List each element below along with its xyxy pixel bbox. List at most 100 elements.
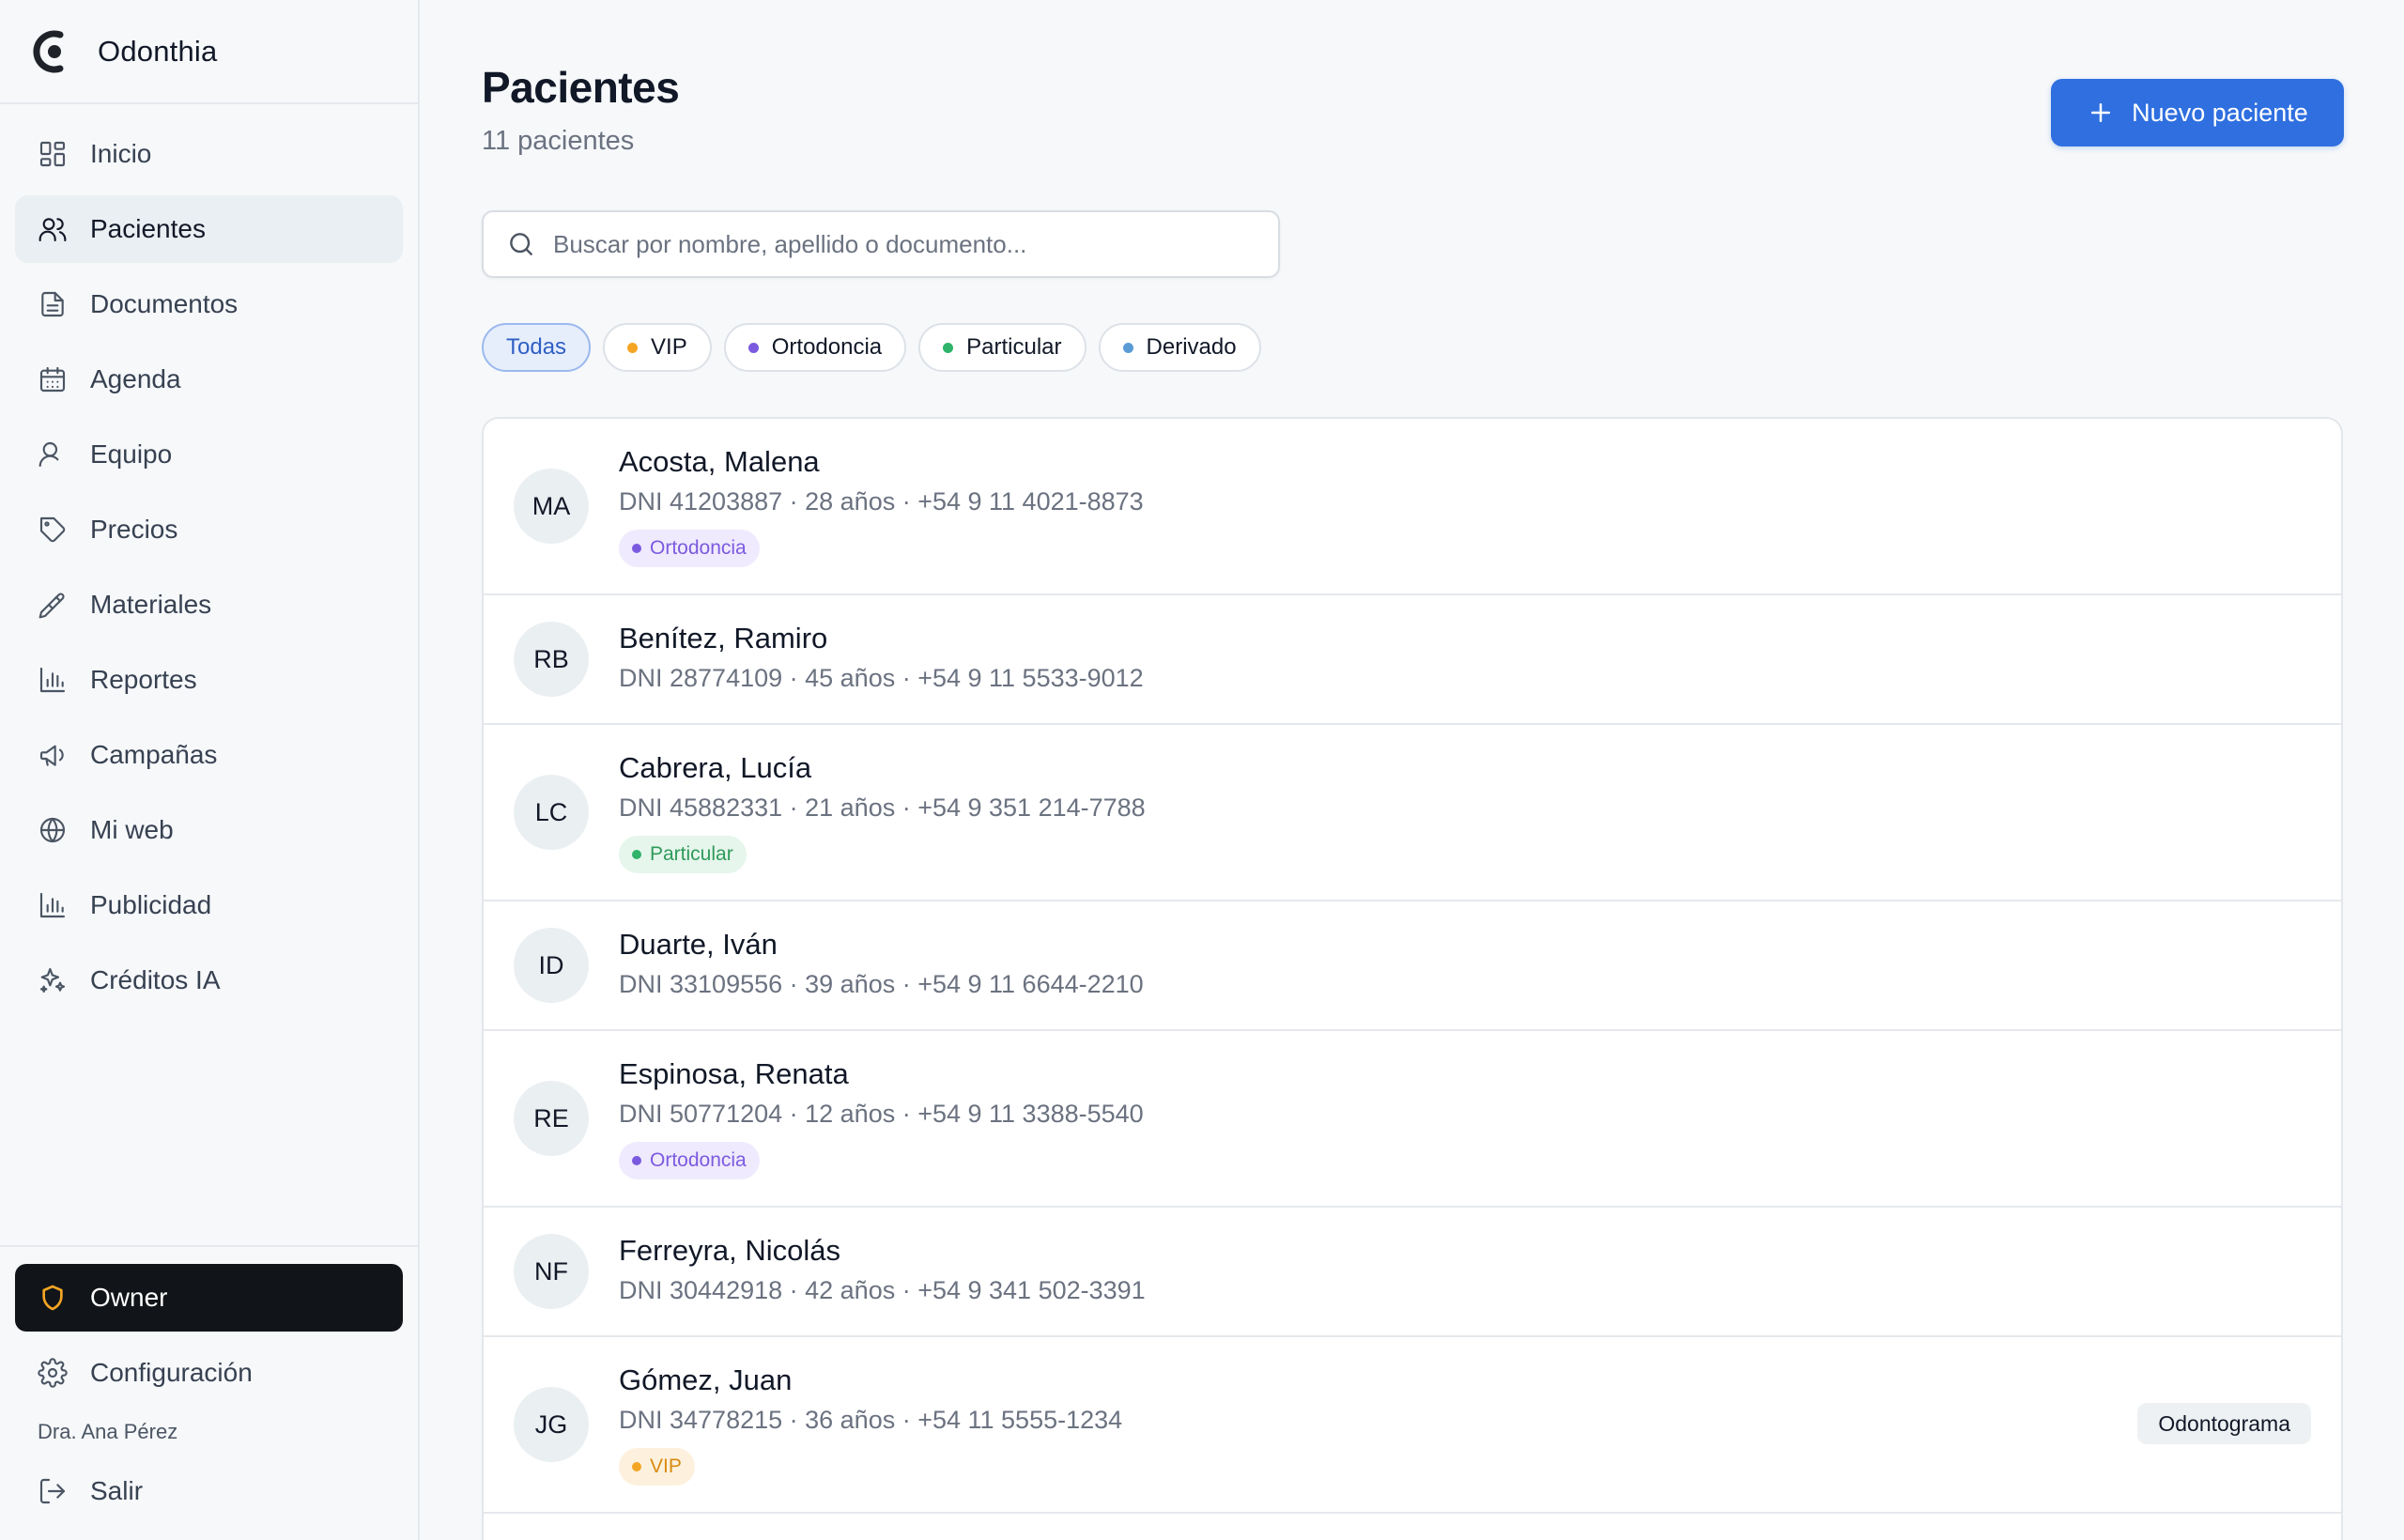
sidebar-item-documentos[interactable]: Documentos [15,270,403,338]
patient-info: Gómez, Juan DNI 34778215 · 36 años · +54 … [619,1362,1122,1486]
patient-tag-label: Ortodoncia [650,537,747,559]
sidebar-item-label: Pacientes [90,214,206,243]
patient-tag-label: Ortodoncia [650,1149,747,1171]
filter-label: Todas [506,334,567,360]
filter-label: Ortodoncia [771,334,883,360]
megaphone-icon [38,740,68,770]
sidebar-item-configuracion[interactable]: Configuración [15,1339,403,1407]
color-dot-icon [627,342,639,353]
shield-icon [38,1283,68,1313]
patient-name: Benítez, Ramiro [619,622,828,654]
sidebar-item-label: Reportes [90,665,197,694]
logout-button[interactable]: Salir [15,1457,403,1525]
search-input[interactable] [553,229,1267,259]
plus-icon [2091,103,2111,122]
sidebar-item-creditos-ia[interactable]: Créditos IA [15,947,403,1014]
users-icon [38,214,68,244]
patient-meta: DNI 30442918 · 42 años · +54 9 341 502-3… [619,1276,1146,1304]
color-dot-icon [632,1462,641,1471]
patient-tag: Particular [619,836,747,873]
patient-meta: DNI 41203887 · 28 años · +54 9 11 4021-8… [619,487,1144,516]
filter-label: VIP [651,334,687,360]
patient-name: Espinosa, Renata [619,1057,849,1090]
sidebar-item-label: Créditos IA [90,965,221,994]
bar-chart-icon [38,890,68,920]
patient-meta: DNI 33109556 · 39 años · +54 9 11 6644-2… [619,970,1144,998]
patient-row[interactable]: ID Duarte, Iván DNI 33109556 · 39 años · +… [484,901,2341,1031]
filter-chips: Todas VIP Ortodoncia Particular Derivado [482,323,1273,372]
app-name: Odonthia [98,34,218,68]
sidebar-item-precios[interactable]: Precios [15,496,403,563]
patient-name: Duarte, Iván [619,928,778,961]
patient-info: Acosta, Malena DNI 41203887 · 28 años · +… [619,443,1144,567]
sidebar: Odonthia Inicio Pacientes Documentos Agenda… [0,0,420,1540]
patient-tag-label: VIP [650,1455,682,1477]
avatar: ID [514,928,589,1003]
owner-button[interactable]: Owner [15,1264,403,1332]
patient-meta: DNI 45882331 · 21 años · +54 9 351 214-7… [619,793,1146,822]
odontograma-button[interactable]: Odontograma [2137,1403,2311,1444]
avatar: MA [514,469,589,544]
color-dot-icon [632,1156,641,1165]
avatar: RB [514,622,589,697]
patient-count: 11 pacientes [482,126,635,156]
patient-info: Ferreyra, Nicolás DNI 30442918 · 42 años … [619,1232,1146,1307]
color-dot-icon [943,342,954,353]
sidebar-item-equipo[interactable]: Equipo [15,421,403,488]
filter-chip-derivado[interactable]: Derivado [1098,323,1261,372]
patient-name: Gómez, Juan [619,1363,793,1396]
sidebar-item-label: Documentos [90,289,239,318]
patient-row[interactable]: LC Cabrera, Lucía DNI 45882331 · 21 años ·… [484,725,2341,901]
search-icon [510,233,532,255]
patient-row[interactable]: MA Acosta, Malena DNI 41203887 · 28 años ·… [484,419,2341,595]
sidebar-item-campanas[interactable]: Campañas [15,721,403,789]
patient-tag-label: Particular [650,843,733,865]
sidebar-item-label: Inicio [90,139,152,168]
sidebar-item-mi-web[interactable]: Mi web [15,796,403,864]
patient-name: Ferreyra, Nicolás [619,1234,840,1267]
patient-tag: Ortodoncia [619,1142,760,1179]
patient-list: MA Acosta, Malena DNI 41203887 · 28 años ·… [482,417,2343,1540]
globe-icon [38,815,68,845]
patient-row[interactable]: NF Ferreyra, Nicolás DNI 30442918 · 42 año… [484,1208,2341,1337]
gear-icon [38,1358,68,1388]
filter-chip-ortodoncia[interactable]: Ortodoncia [723,323,907,372]
sidebar-bottom: Owner Configuración Dra. Ana Pérez Salir [0,1245,418,1532]
sidebar-item-label: Publicidad [90,890,212,919]
sidebar-item-publicidad[interactable]: Publicidad [15,871,403,939]
patient-row[interactable]: JG Gómez, Juan DNI 34778215 · 36 años · +5… [484,1337,2341,1514]
patient-row[interactable]: RB Benítez, Ramiro DNI 28774109 · 45 años … [484,595,2341,725]
avatar: NF [514,1234,589,1309]
logout-icon [38,1476,68,1506]
sidebar-item-pacientes[interactable]: Pacientes [15,195,403,263]
sidebar-item-agenda[interactable]: Agenda [15,346,403,413]
patient-row[interactable]: RE Espinosa, Renata DNI 50771204 · 12 años… [484,1031,2341,1208]
sidebar-item-materiales[interactable]: Materiales [15,571,403,639]
sidebar-item-label: Materiales [90,590,212,619]
new-patient-label: Nuevo paciente [2132,98,2308,127]
sidebar-item-reportes[interactable]: Reportes [15,646,403,714]
brand[interactable]: Odonthia [0,0,418,104]
avatar: LC [514,775,589,850]
dashboard-icon [38,139,68,169]
odonthia-logo-icon [33,30,64,72]
new-patient-button[interactable]: Nuevo paciente [2051,79,2344,146]
filter-chip-vip[interactable]: VIP [603,323,712,372]
user-icon [38,439,68,470]
sidebar-item-label: Equipo [90,439,173,469]
page-title: Pacientes [482,63,680,112]
filter-chip-particular[interactable]: Particular [918,323,1086,372]
user-name: Dra. Ana Pérez [38,1420,178,1443]
patient-info: Duarte, Iván DNI 33109556 · 39 años · +54… [619,926,1144,1001]
search-box[interactable] [482,210,1280,278]
patient-meta: DNI 50771204 · 12 años · +54 9 11 3388-5… [619,1100,1144,1128]
sidebar-item-label: Mi web [90,815,174,844]
patient-tag: VIP [619,1448,695,1486]
patient-name: Cabrera, Lucía [619,751,812,784]
filter-chip-todas[interactable]: Todas [482,323,592,372]
bar-chart-icon [38,665,68,695]
sidebar-nav: Inicio Pacientes Documentos Agenda Equipo Pre… [0,104,418,1014]
patient-info: Espinosa, Renata DNI 50771204 · 12 años ·… [619,1055,1144,1179]
sidebar-item-inicio[interactable]: Inicio [15,120,403,188]
color-dot-icon [747,342,759,353]
